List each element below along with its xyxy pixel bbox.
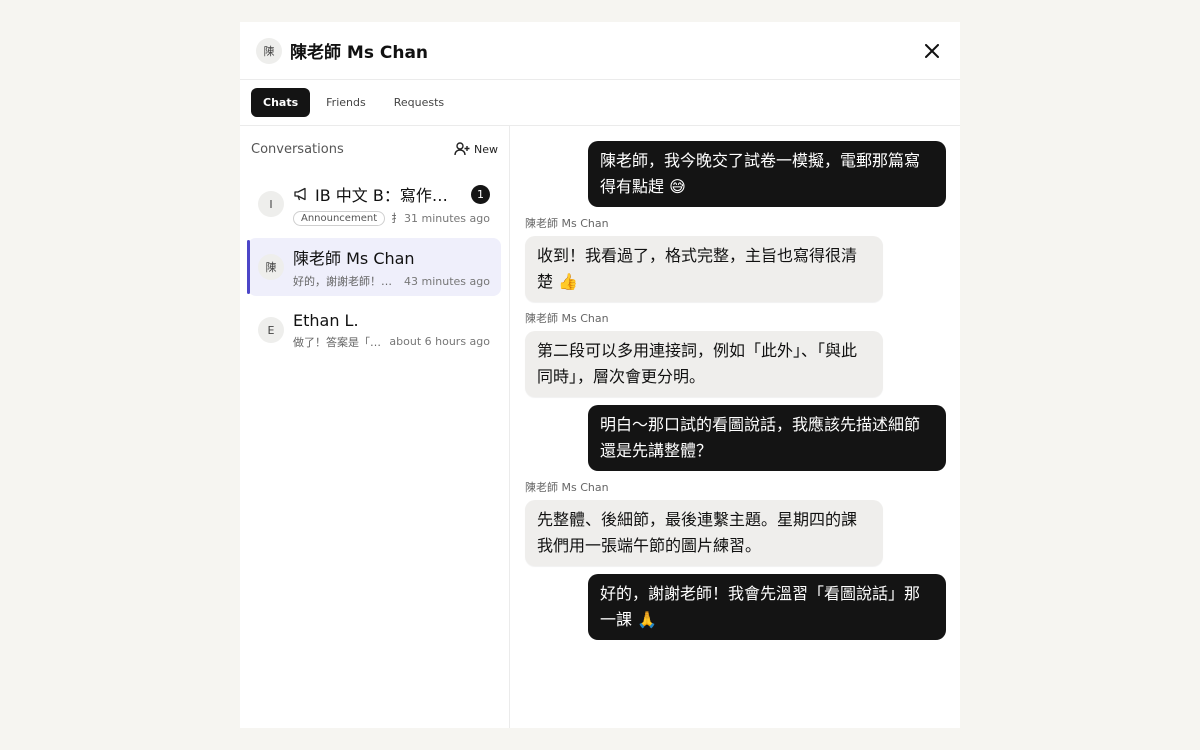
announcement-tag: Announcement [293, 210, 386, 226]
avatar: E [258, 317, 284, 343]
message-incoming: 陳老師 Ms Chan 先整體、後細節，最後連繫主題。星期四的課我們用一張端午節… [525, 479, 946, 566]
tab-bar: Chats Friends Requests [240, 80, 960, 126]
message-sender: 陳老師 Ms Chan [525, 312, 609, 325]
avatar: I [258, 191, 284, 217]
message-bubble: 明白～那口試的看圖說話，我應該先描述細節還是先講整體？ [588, 405, 946, 471]
message-sender: 陳老師 Ms Chan [525, 217, 609, 230]
chat-header: 陳 陳老師 Ms Chan [240, 22, 960, 80]
conversation-name: 陳老師 Ms Chan [293, 249, 415, 268]
message-bubble: 先整體、後細節，最後連繫主題。星期四的課我們用一張端午節的圖片練習。 [525, 500, 883, 566]
message-incoming: 陳老師 Ms Chan 收到！我看過了，格式完整，主旨也寫得很清楚 👍 [525, 215, 946, 302]
new-conversation-button[interactable]: New [454, 142, 498, 156]
close-button[interactable] [920, 39, 944, 63]
unread-badge: 1 [471, 184, 490, 204]
avatar: 陳 [256, 37, 282, 64]
conversation-item-active[interactable]: 陳 陳老師 Ms Chan 好的，謝謝老師！… 43 minutes ago [247, 238, 501, 296]
message-sender: 陳老師 Ms Chan [525, 481, 609, 494]
close-icon [925, 43, 939, 58]
conversation-preview: 好的，謝謝老師！… [293, 275, 392, 288]
conversation-preview: 做了！答案是「… [293, 335, 381, 349]
conversation-name: Ethan L. [293, 310, 359, 330]
new-button-label: New [474, 142, 498, 156]
message-outgoing: 好的，謝謝老師！我會先溫習「看圖說話」那一課 🙏 [525, 574, 946, 640]
message-list: 陳老師，我今晚交了試卷一模擬，電郵那篇寫得有點趕 😅 陳老師 Ms Chan 收… [510, 126, 960, 728]
conversation-preview: 扌 [391, 210, 396, 226]
chat-panel: 陳 陳老師 Ms Chan Chats Friends Requests Con… [240, 22, 960, 728]
message-bubble: 好的，謝謝老師！我會先溫習「看圖說話」那一課 🙏 [588, 574, 946, 640]
tab-chats[interactable]: Chats [251, 88, 311, 117]
avatar: 陳 [258, 254, 284, 280]
add-user-icon [454, 142, 470, 156]
conversation-name: IB 中文 B：寫作… [315, 186, 448, 205]
conversation-time: 43 minutes ago [404, 274, 490, 288]
conversation-item[interactable]: I IB 中文 B：寫作… 1 Announcement 扌 31 minute… [248, 175, 501, 233]
message-outgoing: 陳老師，我今晚交了試卷一模擬，電郵那篇寫得有點趕 😅 [525, 141, 946, 207]
tab-friends[interactable]: Friends [314, 88, 378, 117]
conversation-sidebar: Conversations New I IB 中文 B：寫作… 1 Announ… [240, 126, 510, 728]
conversation-time: about 6 hours ago [389, 335, 490, 348]
megaphone-icon [294, 187, 306, 201]
message-incoming: 陳老師 Ms Chan 第二段可以多用連接詞，例如「此外」、「與此同時」，層次會… [525, 310, 946, 397]
sidebar-title: Conversations [251, 141, 344, 157]
message-bubble: 第二段可以多用連接詞，例如「此外」、「與此同時」，層次會更分明。 [525, 331, 883, 397]
message-bubble: 陳老師，我今晚交了試卷一模擬，電郵那篇寫得有點趕 😅 [588, 141, 946, 207]
tab-requests[interactable]: Requests [382, 88, 456, 117]
sidebar-header: Conversations New [240, 126, 509, 172]
message-bubble: 收到！我看過了，格式完整，主旨也寫得很清楚 👍 [525, 236, 883, 302]
conversation-item[interactable]: E Ethan L. 做了！答案是「… about 6 hours ago [248, 301, 501, 359]
chat-title: 陳老師 Ms Chan [290, 43, 429, 63]
conversation-time: 31 minutes ago [404, 211, 490, 225]
message-outgoing: 明白～那口試的看圖說話，我應該先描述細節還是先講整體？ [525, 405, 946, 471]
chat-body: Conversations New I IB 中文 B：寫作… 1 Announ… [240, 126, 960, 728]
